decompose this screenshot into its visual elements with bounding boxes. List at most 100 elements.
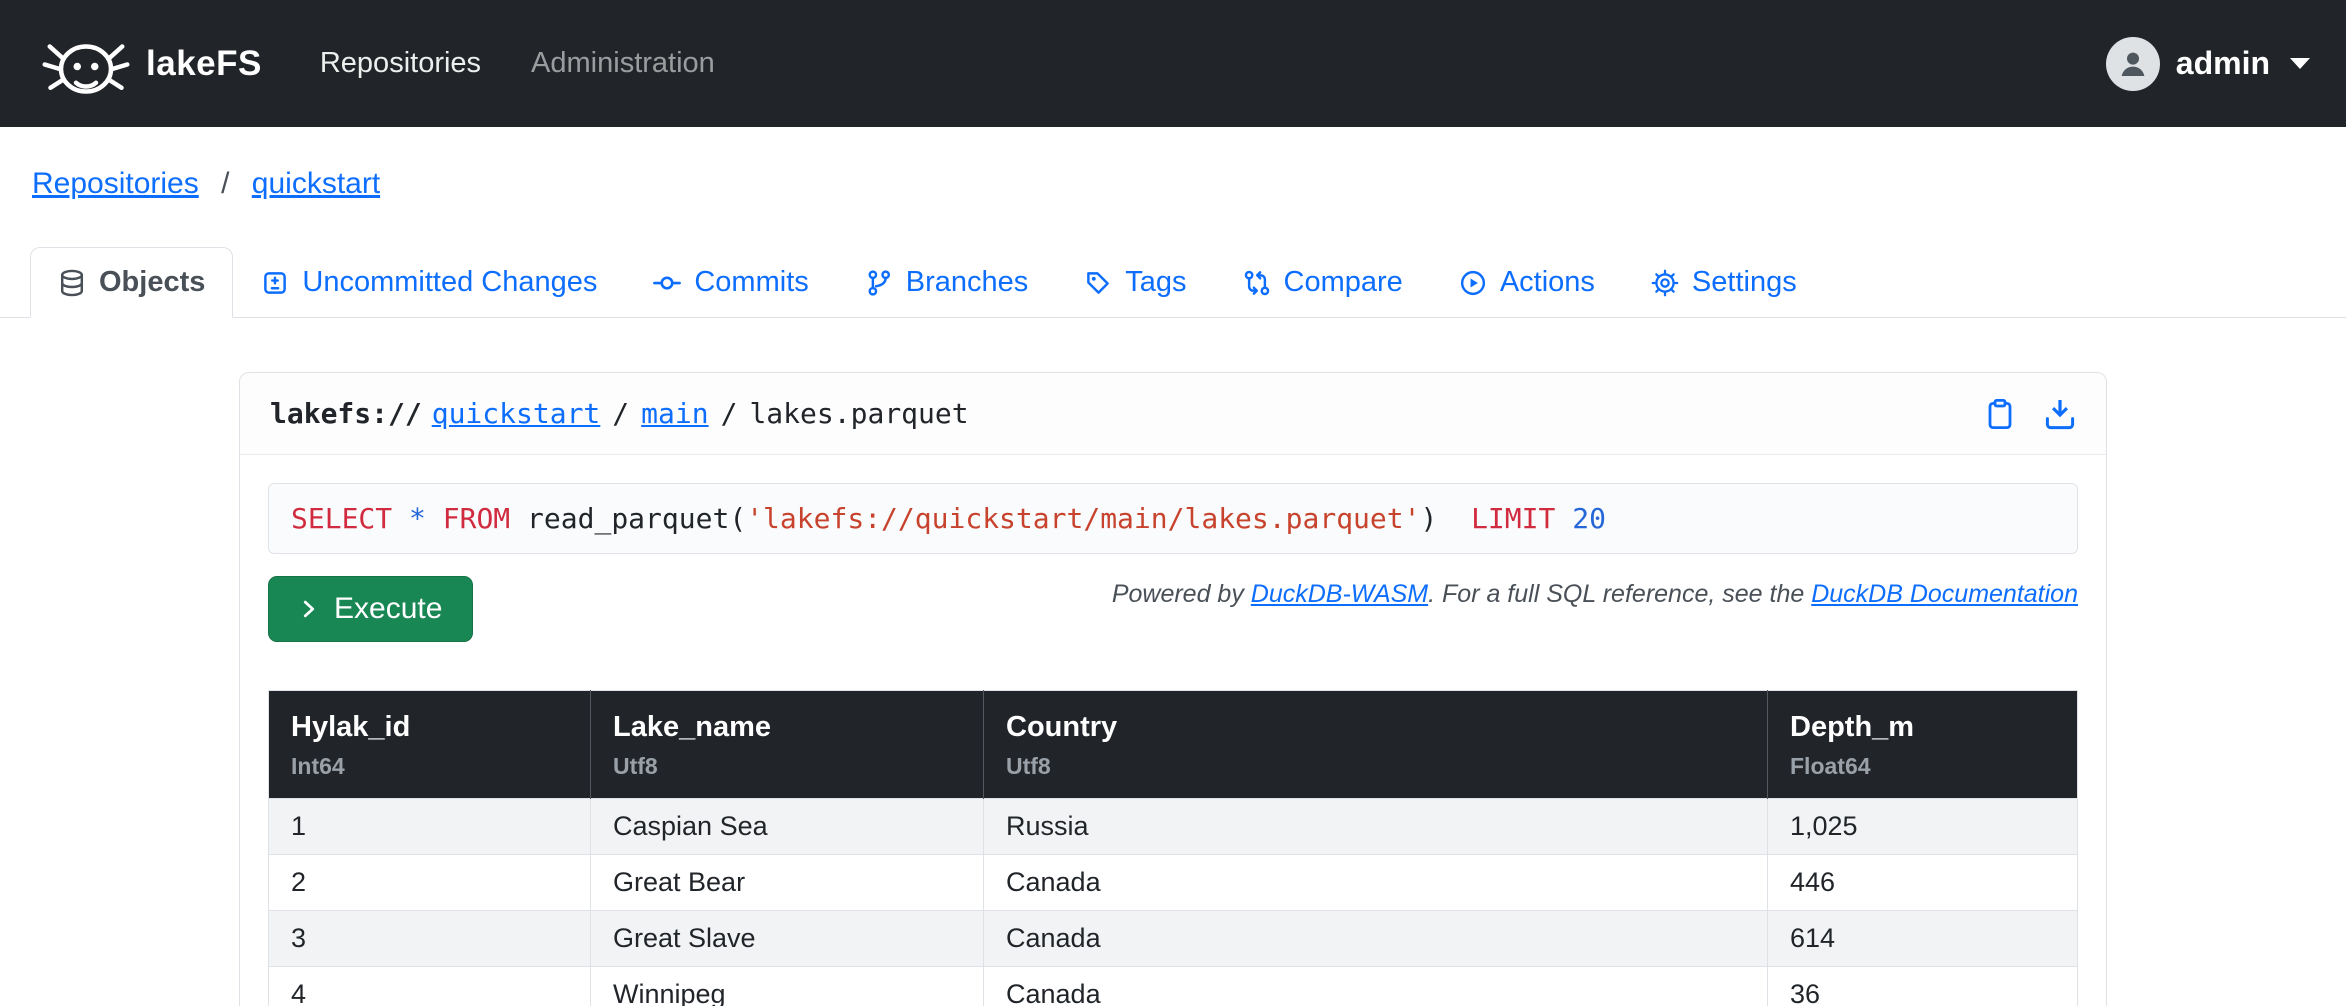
table-cell: 4 [269, 967, 591, 1006]
sql-token: ) [1420, 502, 1471, 535]
tab-label: Settings [1692, 266, 1797, 299]
person-icon [2117, 48, 2149, 80]
nav-administration[interactable]: Administration [531, 47, 715, 80]
tab-compare[interactable]: Compare [1215, 247, 1431, 318]
chevron-down-icon [2290, 58, 2310, 69]
execute-button[interactable]: Execute [268, 576, 473, 642]
chevron-right-icon [299, 599, 319, 619]
axolotl-logo-icon [36, 25, 136, 103]
table-cell: Winnipeg [591, 967, 984, 1006]
download-button[interactable] [2044, 398, 2076, 430]
table-cell: Caspian Sea [591, 799, 984, 855]
play-circle-icon [1459, 269, 1487, 297]
table-cell: Great Slave [591, 911, 984, 967]
top-navbar: lakeFS Repositories Administration admin [0, 0, 2346, 127]
execute-row: Execute Powered by DuckDB-WASM. For a fu… [268, 576, 2078, 642]
tab-label: Branches [906, 266, 1029, 299]
table-cell: 2 [269, 855, 591, 911]
column-header: Depth_m Float64 [1768, 691, 2078, 799]
sql-token: read_parquet( [510, 502, 746, 535]
breadcrumb: Repositories / quickstart [32, 167, 2346, 201]
tab-label: Compare [1284, 266, 1403, 299]
table-cell: 36 [1768, 967, 2078, 1006]
table-cell: 1 [269, 799, 591, 855]
tab-actions[interactable]: Actions [1431, 247, 1623, 318]
table-cell: Russia [984, 799, 1768, 855]
download-icon [2044, 398, 2076, 430]
table-body: 1Caspian SeaRussia1,0252Great BearCanada… [269, 799, 2078, 1006]
table-row: 1Caspian SeaRussia1,025 [269, 799, 2078, 855]
table-cell: Canada [984, 967, 1768, 1006]
column-name: Country [1006, 711, 1745, 744]
tab-branches[interactable]: Branches [837, 247, 1057, 318]
header-actions [1984, 398, 2076, 430]
nav-repositories[interactable]: Repositories [320, 47, 481, 80]
table-cell: Canada [984, 911, 1768, 967]
breadcrumb-repositories-link[interactable]: Repositories [32, 167, 199, 200]
column-type: Utf8 [1006, 753, 1745, 780]
table-cell: 3 [269, 911, 591, 967]
copy-uri-button[interactable] [1984, 398, 2016, 430]
gear-icon [1651, 269, 1679, 297]
path-separator: / [721, 397, 738, 430]
path-separator: / [612, 397, 629, 430]
results-table: Hylak_id Int64 Lake_name Utf8 Country Ut… [268, 690, 2078, 1006]
avatar [2106, 37, 2160, 91]
column-header: Country Utf8 [984, 691, 1768, 799]
column-type: Float64 [1790, 753, 2055, 780]
sql-token: 'lakefs://quickstart/main/lakes.parquet' [746, 502, 1420, 535]
table-row: 2Great BearCanada446 [269, 855, 2078, 911]
tab-objects[interactable]: Objects [30, 247, 233, 318]
user-menu[interactable]: admin [2106, 37, 2310, 91]
tag-icon [1084, 269, 1112, 297]
table-cell: 1,025 [1768, 799, 2078, 855]
sql-token [392, 502, 409, 535]
tab-label: Uncommitted Changes [302, 266, 597, 299]
branch-icon [865, 269, 893, 297]
path-repo-link[interactable]: quickstart [432, 397, 601, 430]
sql-token: 20 [1572, 502, 1606, 535]
path-file: lakes.parquet [749, 397, 968, 430]
compare-icon [1243, 269, 1271, 297]
commit-icon [653, 269, 681, 297]
column-type: Int64 [291, 753, 568, 780]
sql-token: * [409, 502, 426, 535]
tab-label: Tags [1125, 266, 1186, 299]
sql-token [426, 502, 443, 535]
path-ref-link[interactable]: main [641, 397, 708, 430]
clipboard-icon [1984, 398, 2016, 430]
breadcrumb-separator: / [221, 167, 229, 200]
tab-settings[interactable]: Settings [1623, 247, 1825, 318]
tab-tags[interactable]: Tags [1056, 247, 1214, 318]
lakefs-logo[interactable] [36, 25, 136, 103]
brand-name[interactable]: lakeFS [146, 44, 262, 84]
column-type: Utf8 [613, 753, 961, 780]
tab-bar: Objects Uncommitted Changes Commits Bran… [0, 247, 2346, 318]
column-name: Depth_m [1790, 711, 2055, 744]
column-header: Hylak_id Int64 [269, 691, 591, 799]
tab-label: Commits [694, 266, 808, 299]
duckdb-wasm-link[interactable]: DuckDB-WASM [1251, 580, 1428, 608]
sql-token: SELECT [291, 502, 392, 535]
execute-label: Execute [334, 592, 442, 626]
table-header-row: Hylak_id Int64 Lake_name Utf8 Country Ut… [269, 691, 2078, 799]
tab-commits[interactable]: Commits [625, 247, 836, 318]
table-cell: 446 [1768, 855, 2078, 911]
tab-uncommitted-changes[interactable]: Uncommitted Changes [233, 247, 625, 318]
powered-text: Powered by [1112, 580, 1251, 608]
duckdb-docs-link[interactable]: DuckDB Documentation [1811, 580, 2078, 608]
breadcrumb-repo-link[interactable]: quickstart [252, 167, 380, 200]
table-row: 3Great SlaveCanada614 [269, 911, 2078, 967]
tab-label: Actions [1500, 266, 1595, 299]
sql-token: LIMIT [1471, 502, 1555, 535]
table-cell: Canada [984, 855, 1768, 911]
path-scheme: lakefs:// [270, 397, 422, 430]
powered-text: . For a full SQL reference, see the [1428, 580, 1811, 608]
object-viewer-body: SELECT * FROM read_parquet('lakefs://qui… [240, 455, 2106, 1006]
sql-editor[interactable]: SELECT * FROM read_parquet('lakefs://qui… [268, 483, 2078, 554]
table-row: 4WinnipegCanada36 [269, 967, 2078, 1006]
column-name: Hylak_id [291, 711, 568, 744]
database-icon [58, 269, 86, 297]
tab-label: Objects [99, 266, 205, 299]
username: admin [2176, 45, 2270, 82]
